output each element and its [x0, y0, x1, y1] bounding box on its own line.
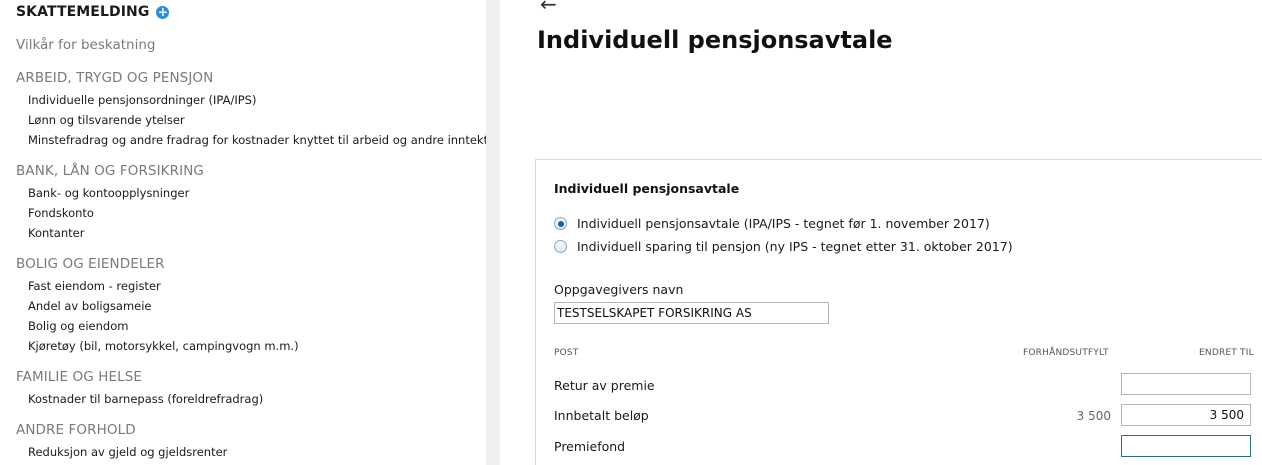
app-root: SKATTEMELDING + Vilkår for beskatning AR… — [0, 0, 1262, 465]
radio-label: Individuell pensjonsavtale (IPA/IPS - te… — [577, 216, 990, 231]
oppgavegiver-input[interactable] — [554, 302, 829, 324]
sidebar-link-vilkar[interactable]: Vilkår for beskatning — [16, 37, 155, 53]
sidebar-item[interactable]: Lønn og tilsvarende ytelser — [28, 113, 185, 127]
row-label-retur: Retur av premie — [554, 378, 655, 393]
sidebar-item[interactable]: Fondskonto — [28, 206, 94, 220]
sidebar-item[interactable]: Kostnader til barnepass (foreldrefradrag… — [28, 392, 263, 406]
sidebar-section-heading: BOLIG OG EIENDELER — [16, 256, 165, 272]
radio-label: Individuell sparing til pensjon (ny IPS … — [577, 239, 1013, 254]
sidebar-item[interactable]: Minstefradrag og andre fradrag for kostn… — [28, 133, 500, 147]
form-card: Individuell pensjonsavtale Individuell p… — [535, 159, 1262, 465]
sidebar-item[interactable]: Bank- og kontoopplysninger — [28, 186, 189, 200]
sidebar-header: SKATTEMELDING + — [16, 4, 170, 20]
sidebar-title: SKATTEMELDING — [16, 4, 150, 20]
card-title: Individuell pensjonsavtale — [554, 181, 740, 196]
sidebar-item[interactable]: Fast eiendom - register — [28, 279, 161, 293]
row-label-premiefond: Premiefond — [554, 439, 626, 454]
column-header-prefilled: FORHÅNDSUTFYLT — [1023, 348, 1109, 358]
sidebar-item[interactable]: Kjøretøy (bil, motorsykkel, campingvogn … — [28, 339, 299, 353]
sidebar-item[interactable]: Individuelle pensjonsordninger (IPA/IPS) — [28, 93, 256, 107]
sidebar-item[interactable]: Bolig og eiendom — [28, 319, 128, 333]
sidebar-section-heading: FAMILIE OG HELSE — [16, 369, 142, 385]
row-label-innbetalt: Innbetalt beløp — [554, 408, 649, 423]
add-icon[interactable]: + — [156, 5, 170, 19]
radio-checked-icon[interactable] — [554, 217, 567, 230]
oppgavegiver-label: Oppgavegivers navn — [554, 282, 684, 297]
panel-divider — [486, 0, 500, 465]
sidebar-section-heading: BANK, LÅN OG FORSIKRING — [16, 163, 204, 179]
sidebar-section-heading: ARBEID, TRYGD OG PENSJON — [16, 70, 214, 86]
premiefond-input[interactable] — [1121, 435, 1251, 457]
column-header-post: POST — [554, 348, 579, 358]
radio-option-ipa[interactable]: Individuell pensjonsavtale (IPA/IPS - te… — [554, 216, 990, 231]
prefilled-value: 3 500 — [1076, 409, 1111, 423]
sidebar: SKATTEMELDING + Vilkår for beskatning AR… — [0, 0, 500, 465]
sidebar-item[interactable]: Reduksjon av gjeld og gjeldsrenter — [28, 445, 227, 459]
sidebar-item[interactable]: Kontanter — [28, 226, 84, 240]
sidebar-section-heading: ANDRE FORHOLD — [16, 422, 136, 438]
page-title: Individuell pensjonsavtale — [537, 26, 893, 54]
innbetalt-input[interactable] — [1121, 404, 1251, 426]
radio-option-ips[interactable]: Individuell sparing til pensjon (ny IPS … — [554, 239, 1013, 254]
radio-unchecked-icon[interactable] — [554, 240, 567, 253]
retur-input[interactable] — [1121, 373, 1251, 395]
column-header-changed: ENDRET TIL — [1199, 348, 1254, 358]
back-arrow-icon[interactable]: ← — [540, 0, 557, 16]
sidebar-item[interactable]: Andel av boligsameie — [28, 299, 152, 313]
